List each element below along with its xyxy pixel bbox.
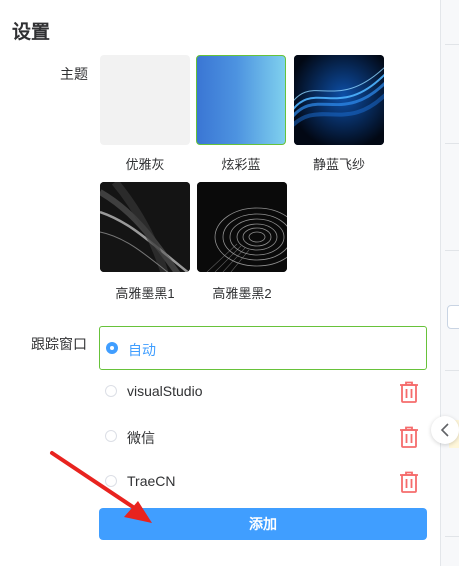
theme-label: 主题 [60,66,88,82]
trash-icon[interactable] [398,380,420,404]
radio-unselected[interactable] [105,385,117,397]
trash-icon[interactable] [398,425,420,449]
collapse-panel-button[interactable] [431,416,459,444]
radio-unselected[interactable] [105,430,117,442]
chevron-left-icon [440,423,449,437]
background-page-edge [440,0,459,566]
theme-caption: 高雅墨黑2 [212,286,272,301]
theme-thumb-ink-black-1[interactable] [100,182,190,272]
theme-caption: 优雅灰 [125,157,165,172]
trash-icon[interactable] [398,470,420,494]
track-item-visualstudio[interactable]: visualStudio [99,370,427,414]
theme-thumb-ink-black-2[interactable] [197,182,287,272]
track-item-name: 自动 [128,342,156,358]
theme-caption: 静蓝飞纱 [312,157,365,172]
theme-caption: 炫彩蓝 [221,157,261,172]
panel-title: 设置 [12,22,51,43]
settings-panel: 设置 主题 优雅灰 炫彩蓝 静蓝飞纱 高雅墨黑1 高雅墨黑2 跟踪窗口 自动 v… [0,0,440,566]
radio-selected[interactable] [106,342,118,354]
track-window-label: 跟踪窗口 [31,336,87,352]
track-item-name: visualStudio [127,383,203,399]
theme-thumb-blue-gauze[interactable] [294,55,384,145]
theme-thumb-elegant-gray[interactable] [100,55,190,145]
red-arrow-annotation [50,451,152,523]
track-item-auto[interactable]: 自动 [99,326,427,370]
theme-thumb-colorful-blue[interactable] [196,55,286,145]
theme-caption: 高雅墨黑1 [115,286,175,301]
